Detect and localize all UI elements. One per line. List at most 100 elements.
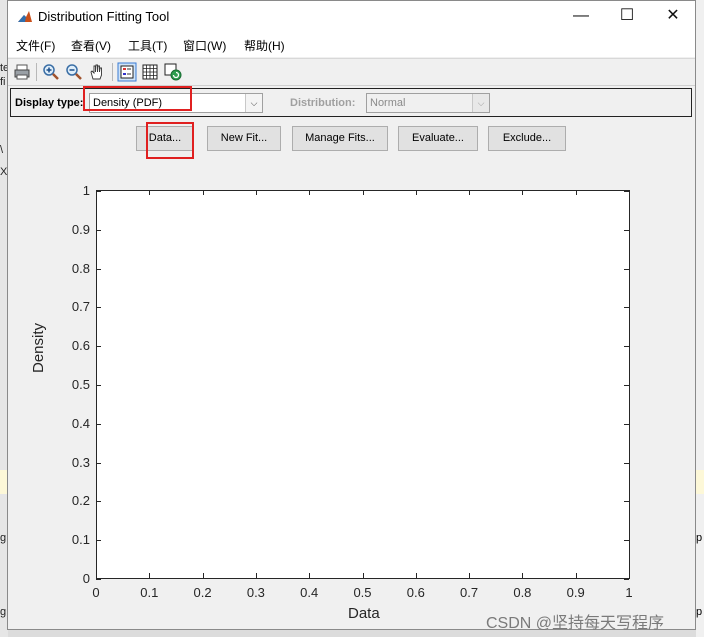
maximize-button[interactable]: ☐ xyxy=(604,1,650,33)
y-tick-label: 0.4 xyxy=(71,415,90,431)
chevron-down-icon: ⌵ xyxy=(472,94,489,112)
x-tick-mark xyxy=(149,573,151,578)
evaluate-button[interactable]: Evaluate... xyxy=(398,126,478,151)
y-tick-label: 0.3 xyxy=(71,454,90,470)
y-tick-label: 0.7 xyxy=(71,299,90,315)
menu-file[interactable]: 文件(F) xyxy=(16,37,55,54)
y-tick-mark xyxy=(96,540,101,542)
x-tick-mark xyxy=(255,573,257,578)
menu-window[interactable]: 窗口(W) xyxy=(183,37,226,54)
x-tick-label: 0 xyxy=(92,585,100,600)
x-tick-mark xyxy=(362,573,364,578)
y-tick-mark xyxy=(96,501,101,503)
y-tick-label: 0.5 xyxy=(71,377,90,392)
x-tick-mark xyxy=(415,573,417,578)
plot-area[interactable] xyxy=(96,190,630,579)
x-tick-mark xyxy=(575,190,577,195)
zoom-out-icon[interactable] xyxy=(64,62,84,82)
x-tick-mark xyxy=(202,573,204,578)
x-tick-mark xyxy=(149,190,151,195)
bg-fragment: p xyxy=(696,606,703,618)
x-tick-mark xyxy=(309,190,311,195)
data-button[interactable]: Data... xyxy=(136,126,194,151)
y-tick-mark xyxy=(624,423,629,425)
window-title: Distribution Fitting Tool xyxy=(38,9,170,24)
menu-tools[interactable]: 工具(T) xyxy=(128,37,167,54)
menu-help[interactable]: 帮助(H) xyxy=(244,37,285,54)
toolbar xyxy=(8,58,695,86)
y-tick-label: 0.1 xyxy=(71,532,90,548)
toolbar-separator xyxy=(112,63,113,81)
chevron-down-icon: ⌵ xyxy=(245,94,262,112)
x-tick-label: 0.5 xyxy=(353,585,372,600)
x-tick-label: 0.9 xyxy=(566,585,585,600)
y-tick-mark xyxy=(96,579,101,580)
x-tick-mark xyxy=(629,190,630,195)
y-tick-mark xyxy=(624,346,629,348)
display-type-value: Density (PDF) xyxy=(93,97,163,109)
y-tick-mark xyxy=(96,385,101,386)
y-tick-mark xyxy=(624,307,629,309)
x-tick-mark xyxy=(629,573,630,578)
x-tick-label: 0.8 xyxy=(513,585,532,600)
menu-view[interactable]: 查看(V) xyxy=(71,37,111,54)
distribution-select[interactable]: Normal ⌵ xyxy=(366,93,490,113)
print-icon[interactable] xyxy=(12,62,32,82)
new-fit-button[interactable]: New Fit... xyxy=(207,126,281,151)
y-tick-label: 0.9 xyxy=(71,221,90,237)
y-tick-mark xyxy=(96,307,101,309)
legend-toggle-icon[interactable] xyxy=(117,62,137,82)
zoom-in-icon[interactable] xyxy=(41,62,61,82)
minimize-button[interactable]: — xyxy=(558,1,604,33)
y-tick-mark xyxy=(96,423,101,425)
manage-fits-button[interactable]: Manage Fits... xyxy=(292,126,388,151)
y-axis-label: Density xyxy=(30,322,47,373)
x-tick-label: 0.7 xyxy=(460,585,479,600)
y-tick-mark xyxy=(96,346,101,348)
restore-view-icon[interactable] xyxy=(163,62,183,82)
x-axis-label: Data xyxy=(348,605,380,622)
display-type-label: Display type: xyxy=(15,97,84,109)
x-tick-mark xyxy=(522,190,524,195)
toolbar-separator xyxy=(36,63,37,81)
x-tick-mark xyxy=(202,190,204,195)
x-tick-mark xyxy=(309,573,311,578)
y-tick-label: 0.8 xyxy=(71,260,90,276)
grid-toggle-icon[interactable] xyxy=(140,62,160,82)
y-tick-mark xyxy=(96,268,101,270)
bg-fragment: p xyxy=(696,532,703,544)
close-button[interactable]: ✕ xyxy=(650,1,696,33)
bg-highlight-strip xyxy=(696,470,704,494)
x-tick-mark xyxy=(96,573,97,578)
y-tick-mark xyxy=(624,540,629,542)
x-tick-label: 0.6 xyxy=(406,585,425,600)
x-tick-mark xyxy=(362,190,364,195)
x-tick-mark xyxy=(469,190,471,195)
y-tick-mark xyxy=(624,579,629,580)
title-bar[interactable]: Distribution Fitting Tool — ☐ ✕ xyxy=(8,1,695,33)
distribution-value: Normal xyxy=(370,97,406,109)
watermark: CSDN @坚持每天写程序 xyxy=(486,615,665,632)
distribution-fitting-window: Distribution Fitting Tool — ☐ ✕ 文件(F) 查看… xyxy=(7,0,696,632)
x-tick-label: 1 xyxy=(625,585,633,600)
y-tick-mark xyxy=(624,462,629,464)
x-tick-mark xyxy=(255,190,257,195)
x-tick-mark xyxy=(96,190,97,195)
y-tick-label: 0 xyxy=(82,571,90,586)
menu-bar: 文件(F) 查看(V) 工具(T) 窗口(W) 帮助(H) xyxy=(8,33,695,57)
exclude-button[interactable]: Exclude... xyxy=(488,126,566,151)
x-tick-mark xyxy=(469,573,471,578)
y-tick-mark xyxy=(624,268,629,270)
y-tick-label: 0.2 xyxy=(71,493,90,509)
x-tick-label: 0.2 xyxy=(193,585,212,600)
display-type-select[interactable]: Density (PDF) ⌵ xyxy=(89,93,263,113)
y-tick-mark xyxy=(96,229,101,231)
x-tick-mark xyxy=(415,190,417,195)
x-tick-label: 0.1 xyxy=(140,585,159,600)
x-tick-mark xyxy=(522,573,524,578)
y-tick-mark xyxy=(624,385,629,386)
display-options-panel: Display type: Density (PDF) ⌵ Distributi… xyxy=(10,88,692,117)
background-window-right: p p xyxy=(696,0,704,637)
pan-hand-icon[interactable] xyxy=(87,62,107,82)
y-tick-mark xyxy=(624,229,629,231)
